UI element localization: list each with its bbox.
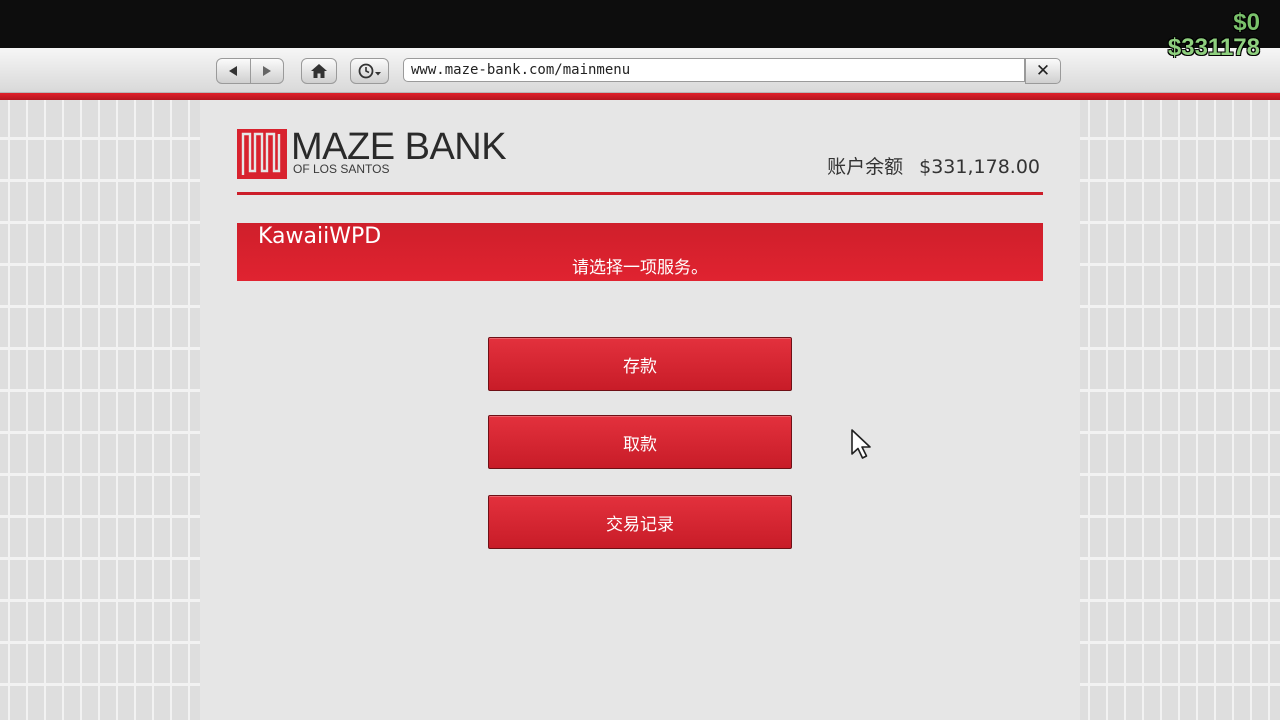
address-bar[interactable]: www.maze-bank.com/mainmenu xyxy=(403,58,1025,82)
hud-money: $0 $331178 xyxy=(1167,9,1260,62)
header-divider xyxy=(237,192,1043,195)
hud-cash: $0 xyxy=(1233,9,1260,36)
right-maze-pattern xyxy=(1080,100,1280,720)
home-button[interactable] xyxy=(301,58,337,84)
withdraw-button[interactable]: 取款 xyxy=(488,415,792,469)
maze-bank-logo: MAZE BANK OF LOS SANTOS xyxy=(237,126,507,179)
balance-value: $331,178.00 xyxy=(919,156,1040,178)
back-arrow-icon xyxy=(229,66,238,76)
deposit-button[interactable]: 存款 xyxy=(488,337,792,391)
history-button[interactable] xyxy=(350,58,389,84)
transaction-history-button[interactable]: 交易记录 xyxy=(488,495,792,549)
clock-history-icon xyxy=(358,63,381,79)
maze-bank-logo-icon xyxy=(237,129,287,179)
forward-button[interactable] xyxy=(249,59,284,83)
hud-bank-balance: $331178 xyxy=(1167,34,1260,62)
browser-red-rule xyxy=(0,93,1280,100)
balance-label: 账户余额 xyxy=(827,156,904,178)
logo-title: MAZE BANK xyxy=(291,126,507,168)
home-icon xyxy=(311,64,327,78)
address-clear-button[interactable]: ✕ xyxy=(1025,58,1061,84)
forward-arrow-icon xyxy=(262,66,271,76)
top-letterbox xyxy=(0,0,1280,48)
back-button[interactable] xyxy=(217,59,250,83)
back-forward-group xyxy=(216,58,284,84)
bank-main-panel: MAZE BANK OF LOS SANTOS 账户余额 $331,178.00… xyxy=(200,100,1080,720)
mouse-cursor-icon xyxy=(851,429,871,459)
service-prompt: 请选择一项服务。 xyxy=(572,258,708,278)
left-maze-pattern xyxy=(0,100,200,720)
username: KawaiiWPD xyxy=(258,224,382,249)
close-icon: ✕ xyxy=(1035,61,1051,81)
account-balance: 账户余额 $331,178.00 xyxy=(827,152,1040,179)
welcome-banner: KawaiiWPD 请选择一项服务。 xyxy=(237,223,1043,281)
